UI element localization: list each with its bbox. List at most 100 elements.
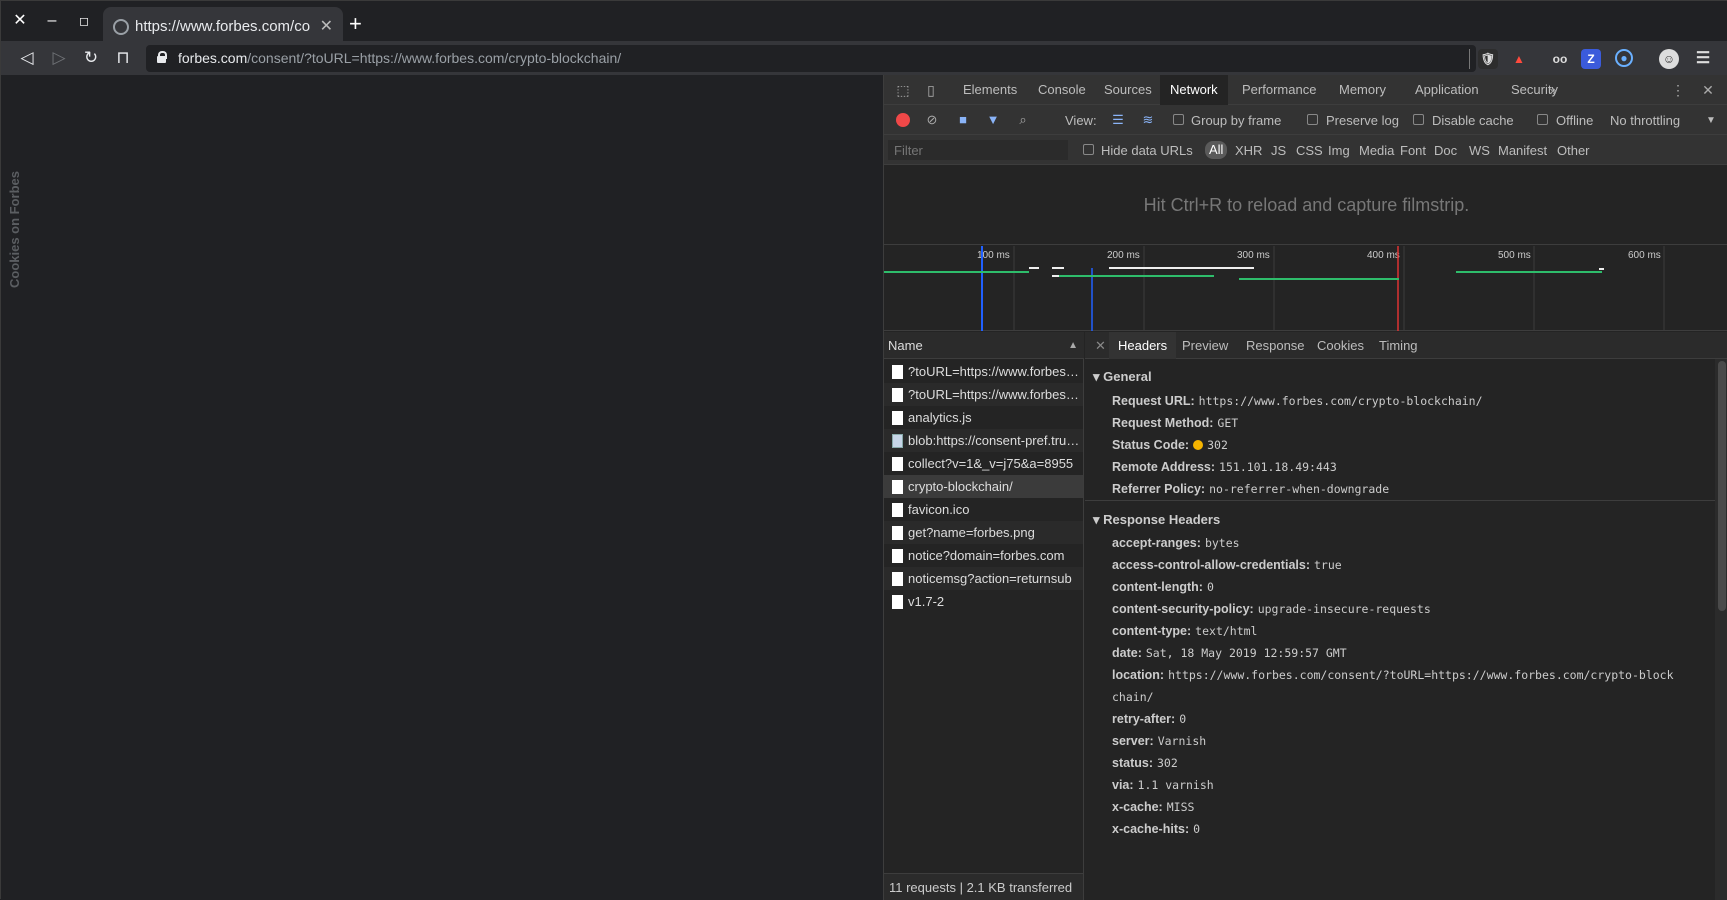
header-key: status: (1112, 756, 1153, 770)
detail-tab-preview[interactable]: Preview (1173, 332, 1237, 359)
detail-scrollbar[interactable] (1715, 359, 1727, 900)
filmstrip-area: Hit Ctrl+R to reload and capture filmstr… (884, 165, 1727, 245)
preserve-log-checkbox[interactable] (1307, 114, 1318, 125)
request-row[interactable]: crypto-blockchain/ (884, 475, 1083, 498)
timeline-tick-label: 500 ms (1498, 250, 1531, 261)
group-by-frame-checkbox[interactable] (1173, 114, 1184, 125)
header-key: Status Code: (1112, 438, 1190, 452)
filter-type-other[interactable]: Other (1557, 143, 1590, 158)
header-value: text/html (1195, 624, 1258, 638)
rewards-triangle-icon[interactable]: ▲ (1509, 49, 1529, 69)
close-devtools-icon[interactable]: ✕ (1699, 81, 1717, 99)
filter-type-css[interactable]: CSS (1296, 143, 1323, 158)
search-icon[interactable]: ⌕ (1014, 112, 1032, 128)
header-key: access-control-allow-credentials: (1112, 558, 1310, 572)
request-row[interactable]: ?toURL=https://www.forbes.com/crypto-blo… (884, 383, 1083, 406)
detail-tab-cookies[interactable]: Cookies (1308, 332, 1373, 359)
more-tabs-icon[interactable]: » (1544, 81, 1562, 99)
waterfall-view-icon[interactable]: ≋ (1139, 112, 1157, 128)
timeline-overview[interactable]: 100 ms 200 ms 300 ms 400 ms 500 ms 600 ms (884, 246, 1727, 331)
maximize-window-icon[interactable]: ◻ (73, 9, 95, 33)
filter-type-img[interactable]: Img (1328, 143, 1350, 158)
disable-cache-checkbox[interactable] (1413, 114, 1424, 125)
inspect-element-icon[interactable]: ⬚ (894, 81, 912, 99)
throttling-select[interactable]: No throttling (1610, 113, 1680, 128)
filter-input[interactable] (888, 140, 1068, 160)
name-column-header[interactable]: Name ▲ (884, 332, 1084, 359)
record-button[interactable] (896, 113, 910, 127)
request-row[interactable]: notice?domain=forbes.com (884, 544, 1083, 567)
tab-elements[interactable]: Elements (953, 75, 1027, 105)
address-bar[interactable]: forbes.com/consent/?toURL=https://www.fo… (146, 45, 1476, 72)
detail-tabbar: ✕ Headers Preview Response Cookies Timing (1085, 332, 1727, 359)
cookies-vertical-label[interactable]: Cookies on Forbes (7, 171, 22, 288)
reload-button[interactable]: ↻ (79, 46, 103, 70)
tab-memory[interactable]: Memory (1329, 75, 1396, 105)
header-key: content-security-policy: (1112, 602, 1254, 616)
filter-type-doc[interactable]: Doc (1434, 143, 1457, 158)
brave-shield-icon[interactable]: 🛡 (1478, 49, 1498, 69)
request-row[interactable]: collect?v=1&_v=j75&a=8955 (884, 452, 1083, 475)
filter-type-xhr[interactable]: XHR (1235, 143, 1262, 158)
menu-icon[interactable]: ☰ (1693, 49, 1713, 69)
sort-ascending-icon[interactable]: ▲ (1068, 332, 1078, 359)
device-toolbar-icon[interactable]: ▯ (922, 81, 940, 99)
request-row[interactable]: ?toURL=https://www.forbes.com/crypto-blo… (884, 360, 1083, 383)
request-row[interactable]: noticemsg?action=returnsub (884, 567, 1083, 590)
document-icon (892, 572, 903, 586)
filter-type-ws[interactable]: WS (1469, 143, 1490, 158)
response-headers-title: Response Headers (1103, 512, 1221, 527)
new-tab-button[interactable]: + (349, 11, 362, 37)
filter-type-js[interactable]: JS (1271, 143, 1286, 158)
request-row[interactable]: v1.7-2 (884, 590, 1083, 613)
header-value: chain/ (1112, 690, 1154, 704)
tab-network[interactable]: Network (1160, 75, 1228, 105)
detail-tab-timing[interactable]: Timing (1370, 332, 1427, 359)
status-dot-icon (1193, 440, 1204, 450)
avatar[interactable]: ☺ (1659, 49, 1679, 69)
bookmark-icon[interactable]: ⊓ (111, 46, 135, 70)
filter-type-font[interactable]: Font (1400, 143, 1426, 158)
close-detail-icon[interactable]: ✕ (1095, 332, 1106, 359)
timeline-svg: 100 ms 200 ms 300 ms 400 ms 500 ms 600 ms (884, 246, 1665, 331)
filter-type-all[interactable]: All (1205, 141, 1228, 159)
request-row[interactable]: analytics.js (884, 406, 1083, 429)
glasses-extension-icon[interactable]: oo (1550, 49, 1570, 69)
request-name: blob:https://consent-pref.trustarc.com (908, 433, 1080, 448)
document-icon (892, 549, 903, 563)
tab-sources[interactable]: Sources (1094, 75, 1162, 105)
tab-performance[interactable]: Performance (1232, 75, 1326, 105)
filter-icon[interactable]: ▼ (984, 112, 1002, 128)
tab-application[interactable]: Application (1405, 75, 1489, 105)
filter-type-media[interactable]: Media (1359, 143, 1394, 158)
response-header-row: x-cache: MISS (1112, 800, 1194, 814)
detail-tab-response[interactable]: Response (1237, 332, 1314, 359)
timeline-tick-label: 600 ms (1628, 250, 1661, 261)
hide-data-urls-checkbox[interactable] (1083, 144, 1094, 155)
general-section-toggle[interactable]: ▾ General (1093, 369, 1152, 385)
camera-icon[interactable]: ■ (954, 112, 972, 128)
scrollbar-thumb[interactable] (1718, 361, 1726, 611)
minimize-window-icon[interactable]: – (41, 9, 63, 33)
password-manager-icon[interactable]: ● (1615, 49, 1633, 67)
url-text[interactable]: forbes.com/consent/?toURL=https://www.fo… (178, 50, 621, 66)
request-row[interactable]: favicon.ico (884, 498, 1083, 521)
z-extension-icon[interactable]: Z (1581, 49, 1601, 69)
forward-button[interactable]: ▷ (47, 46, 71, 70)
image-file-icon (892, 434, 903, 448)
throttling-dropdown-icon[interactable]: ▼ (1706, 115, 1716, 126)
tab-close-icon[interactable]: ✕ (320, 16, 333, 36)
request-row[interactable]: get?name=forbes.png (884, 521, 1083, 544)
filter-type-manifest[interactable]: Manifest (1498, 143, 1547, 158)
offline-checkbox[interactable] (1537, 114, 1548, 125)
close-window-icon[interactable]: ✕ (9, 9, 31, 33)
detail-tab-headers[interactable]: Headers (1109, 332, 1177, 359)
kebab-menu-icon[interactable]: ⋮ (1669, 81, 1687, 99)
back-button[interactable]: ◁ (15, 46, 39, 70)
request-list: Name ▲ ?toURL=https://www.forbes.com/cry… (884, 332, 1084, 900)
request-row[interactable]: blob:https://consent-pref.trustarc.com (884, 429, 1083, 452)
clear-icon[interactable]: ⊘ (923, 112, 941, 128)
list-view-icon[interactable]: ☰ (1109, 112, 1127, 128)
response-headers-section-toggle[interactable]: ▾ Response Headers (1093, 512, 1220, 528)
tab-console[interactable]: Console (1028, 75, 1096, 105)
